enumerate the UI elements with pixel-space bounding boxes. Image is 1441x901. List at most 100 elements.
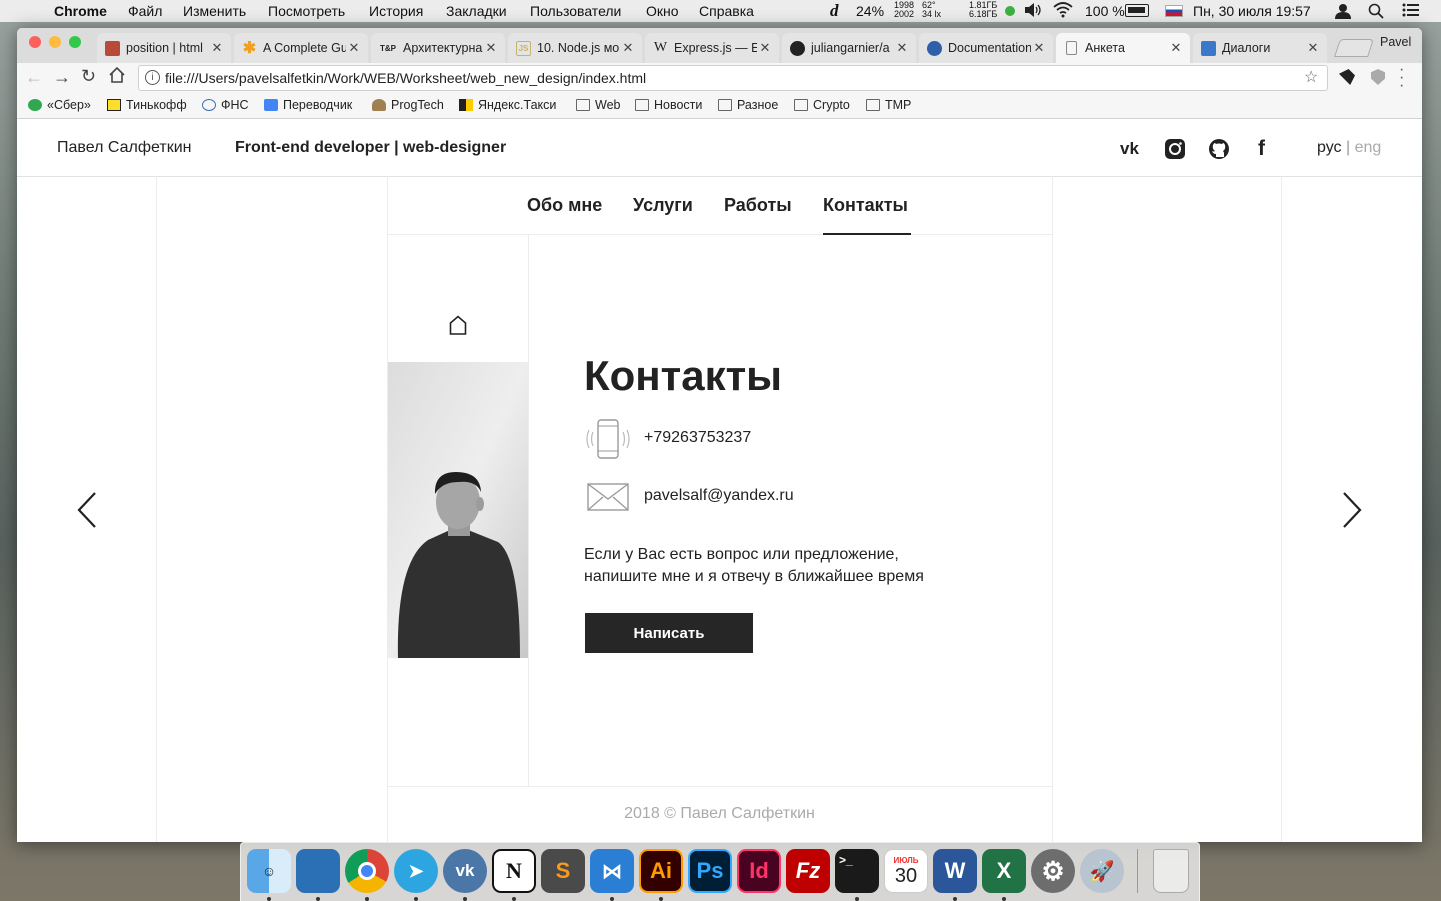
close-tab-icon[interactable]: ✕ xyxy=(1168,40,1184,56)
forward-icon[interactable]: → xyxy=(53,67,71,88)
menu-bookmarks[interactable]: Закладки xyxy=(446,3,507,19)
extension-icon[interactable] xyxy=(1339,69,1355,85)
battery-icon[interactable] xyxy=(1125,4,1149,17)
spotlight-icon[interactable] xyxy=(1368,3,1384,22)
close-tab-icon[interactable]: ✕ xyxy=(1031,40,1047,56)
reload-icon[interactable]: ↻ xyxy=(81,66,96,87)
browser-tab[interactable]: position | html ✕ xyxy=(97,33,231,63)
phone-number[interactable]: +79263753237 xyxy=(644,429,751,447)
close-tab-icon[interactable]: ✕ xyxy=(1305,40,1321,56)
bookmark-taxi[interactable]: Яндекс.Такси xyxy=(459,98,556,112)
next-slide-icon[interactable] xyxy=(1342,492,1362,533)
indesign-icon[interactable]: Id xyxy=(737,849,781,893)
menu-view[interactable]: Посмотреть xyxy=(268,3,345,19)
browser-tab[interactable]: JS 10. Node.js мо ✕ xyxy=(508,33,642,63)
browser-tab[interactable]: juliangarnier/a ✕ xyxy=(782,33,916,63)
notification-center-icon[interactable] xyxy=(1402,2,1420,21)
vscode-icon[interactable]: ⋈ xyxy=(590,849,634,893)
bookmark-fns[interactable]: ФНС xyxy=(202,98,249,112)
bookmark-folder-web[interactable]: Web xyxy=(576,98,620,112)
bookmark-sber[interactable]: «Сбер» xyxy=(28,98,91,112)
files-icon[interactable] xyxy=(296,849,340,893)
facebook-icon[interactable]: f xyxy=(1258,137,1280,160)
nav-contacts[interactable]: Контакты xyxy=(823,195,908,216)
vk-icon[interactable]: vk xyxy=(1120,139,1142,161)
github-icon[interactable] xyxy=(1208,138,1230,160)
write-button[interactable]: Написать xyxy=(585,613,753,653)
address-bar[interactable]: i file:///Users/pavelsalfetkin/Work/WEB/… xyxy=(138,65,1328,91)
battery-percent[interactable]: 100 % xyxy=(1085,3,1125,19)
datetime[interactable]: Пн, 30 июля 19:57 xyxy=(1193,3,1311,19)
finder-icon[interactable]: ☺ xyxy=(247,849,291,893)
bookmark-star-icon[interactable]: ☆ xyxy=(1304,66,1318,90)
profile-name[interactable]: Pavel xyxy=(1380,35,1411,49)
browser-tab[interactable]: Documentation ✕ xyxy=(919,33,1053,63)
wifi-icon[interactable] xyxy=(1053,2,1073,21)
menu-history[interactable]: История xyxy=(369,3,423,19)
nav-works[interactable]: Работы xyxy=(724,195,792,216)
launchpad-icon[interactable]: 🚀 xyxy=(1080,849,1124,893)
trash-icon[interactable] xyxy=(1153,849,1189,893)
menu-window[interactable]: Окно xyxy=(646,3,679,19)
russian-flag-icon[interactable] xyxy=(1165,5,1183,17)
home-icon[interactable] xyxy=(449,315,467,340)
illustrator-icon[interactable]: Ai xyxy=(639,849,683,893)
terminal-icon[interactable]: >_ xyxy=(835,849,879,893)
prev-slide-icon[interactable] xyxy=(77,492,97,533)
email-link[interactable]: pavelsalf@yandex.ru xyxy=(644,487,794,505)
menu-help[interactable]: Справка xyxy=(699,3,754,19)
memory-stats[interactable]: 1998 2002 xyxy=(894,1,914,19)
browser-tab[interactable]: ✱ A Complete Gu ✕ xyxy=(234,33,368,63)
nav-services[interactable]: Услуги xyxy=(633,195,693,216)
browser-tab[interactable]: T&P Архитектурна ✕ xyxy=(371,33,505,63)
system-preferences-icon[interactable]: ⚙ xyxy=(1031,849,1075,893)
menu-edit[interactable]: Изменить xyxy=(183,3,246,19)
menu-file[interactable]: Файл xyxy=(128,3,162,19)
volume-icon[interactable] xyxy=(1023,2,1043,21)
bookmark-folder-news[interactable]: Новости xyxy=(635,98,702,112)
close-tab-icon[interactable]: ✕ xyxy=(757,40,773,56)
network-stats[interactable]: 1.81ГБ 6.18ГБ xyxy=(969,1,997,19)
calendar-icon[interactable]: ИЮЛЬ 30 xyxy=(884,849,928,893)
maximize-window-button[interactable] xyxy=(69,36,81,48)
site-owner-name[interactable]: Павел Салфеткин xyxy=(57,139,191,157)
menu-app-name[interactable]: Chrome xyxy=(54,3,107,19)
photoshop-icon[interactable]: Ps xyxy=(688,849,732,893)
shield-extension-icon[interactable] xyxy=(1371,69,1385,85)
bookmark-folder-misc[interactable]: Разное xyxy=(718,98,778,112)
browser-tab[interactable]: W Express.js — E ✕ xyxy=(645,33,779,63)
filezilla-icon[interactable]: Fz xyxy=(786,849,830,893)
vk-icon[interactable]: vk xyxy=(443,849,487,893)
bookmark-folder-tmp[interactable]: TMP xyxy=(866,98,911,112)
close-tab-icon[interactable]: ✕ xyxy=(209,40,225,56)
minimize-window-button[interactable] xyxy=(49,36,61,48)
nav-about[interactable]: Обо мне xyxy=(527,195,602,216)
user-icon[interactable] xyxy=(1335,3,1351,22)
excel-icon[interactable]: X xyxy=(982,849,1026,893)
close-tab-icon[interactable]: ✕ xyxy=(894,40,910,56)
sublime-icon[interactable]: S xyxy=(541,849,585,893)
back-icon[interactable]: ← xyxy=(25,67,43,88)
new-tab-button[interactable] xyxy=(1334,39,1374,57)
lang-en-link[interactable]: eng xyxy=(1355,139,1382,156)
dictionary-icon[interactable]: d xyxy=(830,1,839,21)
bookmark-progtech[interactable]: ProgTech xyxy=(372,98,444,112)
chrome-icon[interactable] xyxy=(345,849,389,893)
close-tab-icon[interactable]: ✕ xyxy=(346,40,362,56)
chrome-menu-icon[interactable]: · · · xyxy=(1399,62,1404,94)
bookmark-tinkoff[interactable]: Тинькофф xyxy=(107,98,187,112)
close-tab-icon[interactable]: ✕ xyxy=(620,40,636,56)
instagram-icon[interactable] xyxy=(1164,138,1186,160)
close-window-button[interactable] xyxy=(29,36,41,48)
sensor-stats[interactable]: 62° 34 lx xyxy=(922,1,941,19)
home-icon[interactable] xyxy=(109,66,125,88)
menu-people[interactable]: Пользователи xyxy=(530,3,621,19)
browser-tab[interactable]: Диалоги ✕ xyxy=(1193,33,1327,63)
browser-tab-active[interactable]: Анкета ✕ xyxy=(1056,33,1190,63)
bookmark-folder-crypto[interactable]: Crypto xyxy=(794,98,850,112)
bookmark-translate[interactable]: Переводчик xyxy=(264,98,352,112)
info-icon[interactable]: i xyxy=(145,70,160,85)
telegram-icon[interactable]: ➤ xyxy=(394,849,438,893)
lang-ru-link[interactable]: рус xyxy=(1317,139,1342,156)
close-tab-icon[interactable]: ✕ xyxy=(483,40,499,56)
